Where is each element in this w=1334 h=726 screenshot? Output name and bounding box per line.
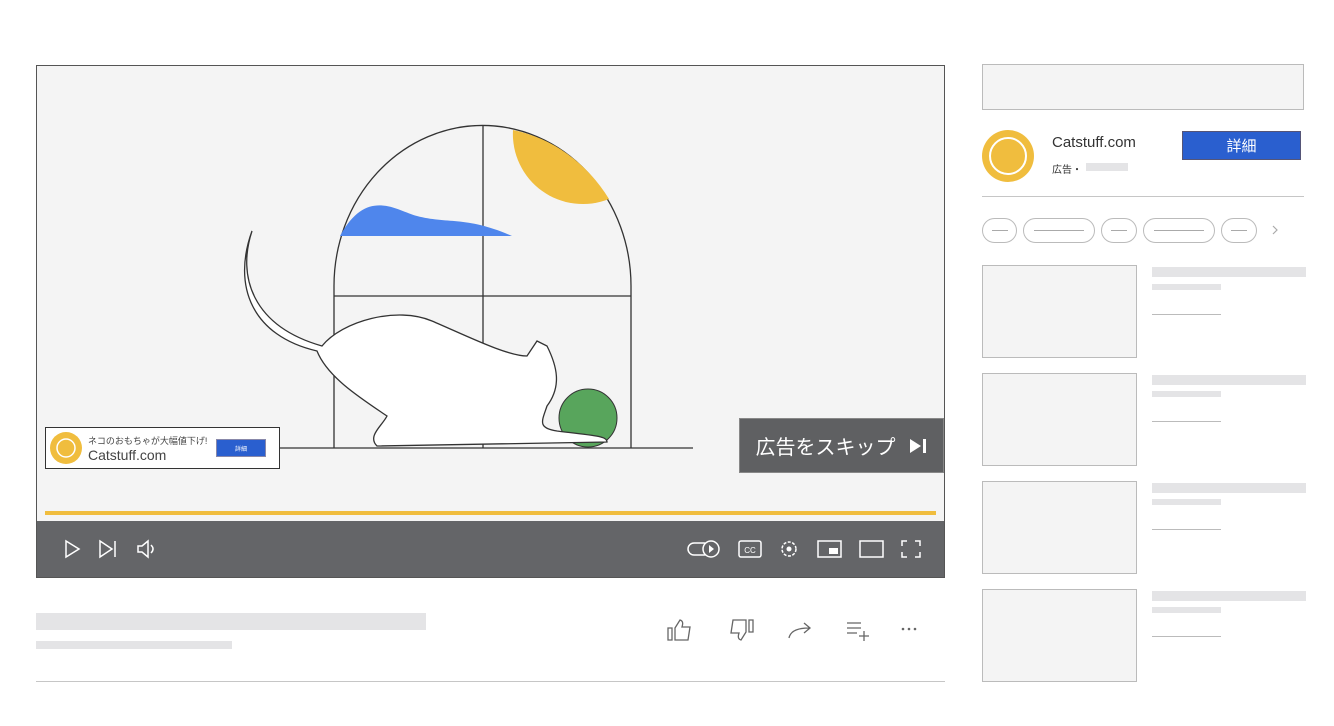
autoplay-toggle-icon[interactable] xyxy=(687,539,721,559)
miniplayer-icon[interactable] xyxy=(817,539,843,559)
volume-icon[interactable] xyxy=(136,539,160,559)
svg-text:CC: CC xyxy=(744,546,756,555)
video-thumbnail[interactable] xyxy=(982,373,1137,466)
fullscreen-icon[interactable] xyxy=(900,539,922,559)
overlay-site-name[interactable]: Catstuff.com xyxy=(88,447,216,463)
ad-progress-bar[interactable] xyxy=(45,511,936,515)
video-thumbnail[interactable] xyxy=(982,589,1137,682)
next-icon[interactable] xyxy=(97,539,119,559)
more-options-icon[interactable] xyxy=(900,618,920,642)
overlay-ad[interactable]: ネコのおもちゃが大幅値下げ! Catstuff.com 詳細 xyxy=(45,427,280,469)
player-controls: CC xyxy=(37,521,944,577)
divider xyxy=(982,196,1304,197)
like-icon[interactable] xyxy=(666,618,694,642)
video-player[interactable]: ネコのおもちゃが大幅値下げ! Catstuff.com 詳細 広告をスキップ C… xyxy=(36,65,945,578)
sidebar-ad-site[interactable]: Catstuff.com xyxy=(1052,134,1136,151)
sidebar-ad-url-placeholder xyxy=(1086,163,1128,171)
video-thumbnail[interactable] xyxy=(982,265,1137,358)
catstuff-logo xyxy=(982,130,1034,182)
video-meta-placeholder xyxy=(36,641,232,649)
share-icon[interactable] xyxy=(787,618,813,642)
sidebar-ad-label: 広告・ xyxy=(1052,165,1082,176)
play-icon[interactable] xyxy=(63,539,81,559)
sidebar-details-button[interactable]: 詳細 xyxy=(1182,131,1301,160)
filter-chip[interactable] xyxy=(1221,218,1257,243)
overlay-details-button[interactable]: 詳細 xyxy=(216,439,266,457)
filter-chip[interactable] xyxy=(1023,218,1095,243)
filter-chip[interactable] xyxy=(1143,218,1215,243)
save-to-playlist-icon[interactable] xyxy=(845,618,871,642)
video-thumbnail[interactable] xyxy=(982,481,1137,574)
skip-ad-button[interactable]: 広告をスキップ xyxy=(739,418,944,473)
filter-chip[interactable] xyxy=(1101,218,1137,243)
skip-next-icon xyxy=(909,438,926,453)
overlay-promo-text: ネコのおもちゃが大幅値下げ! xyxy=(88,435,208,446)
dislike-icon[interactable] xyxy=(727,618,755,642)
sidebar-banner-placeholder xyxy=(982,64,1304,110)
filter-chip[interactable] xyxy=(982,218,1017,243)
catstuff-logo xyxy=(50,432,82,464)
captions-icon[interactable]: CC xyxy=(738,539,762,559)
settings-gear-icon[interactable] xyxy=(779,539,799,559)
video-title-placeholder xyxy=(36,613,426,630)
chevron-right-icon[interactable] xyxy=(1270,224,1280,236)
divider xyxy=(36,681,945,682)
skip-ad-label: 広告をスキップ xyxy=(755,437,896,459)
theater-mode-icon[interactable] xyxy=(859,539,885,559)
